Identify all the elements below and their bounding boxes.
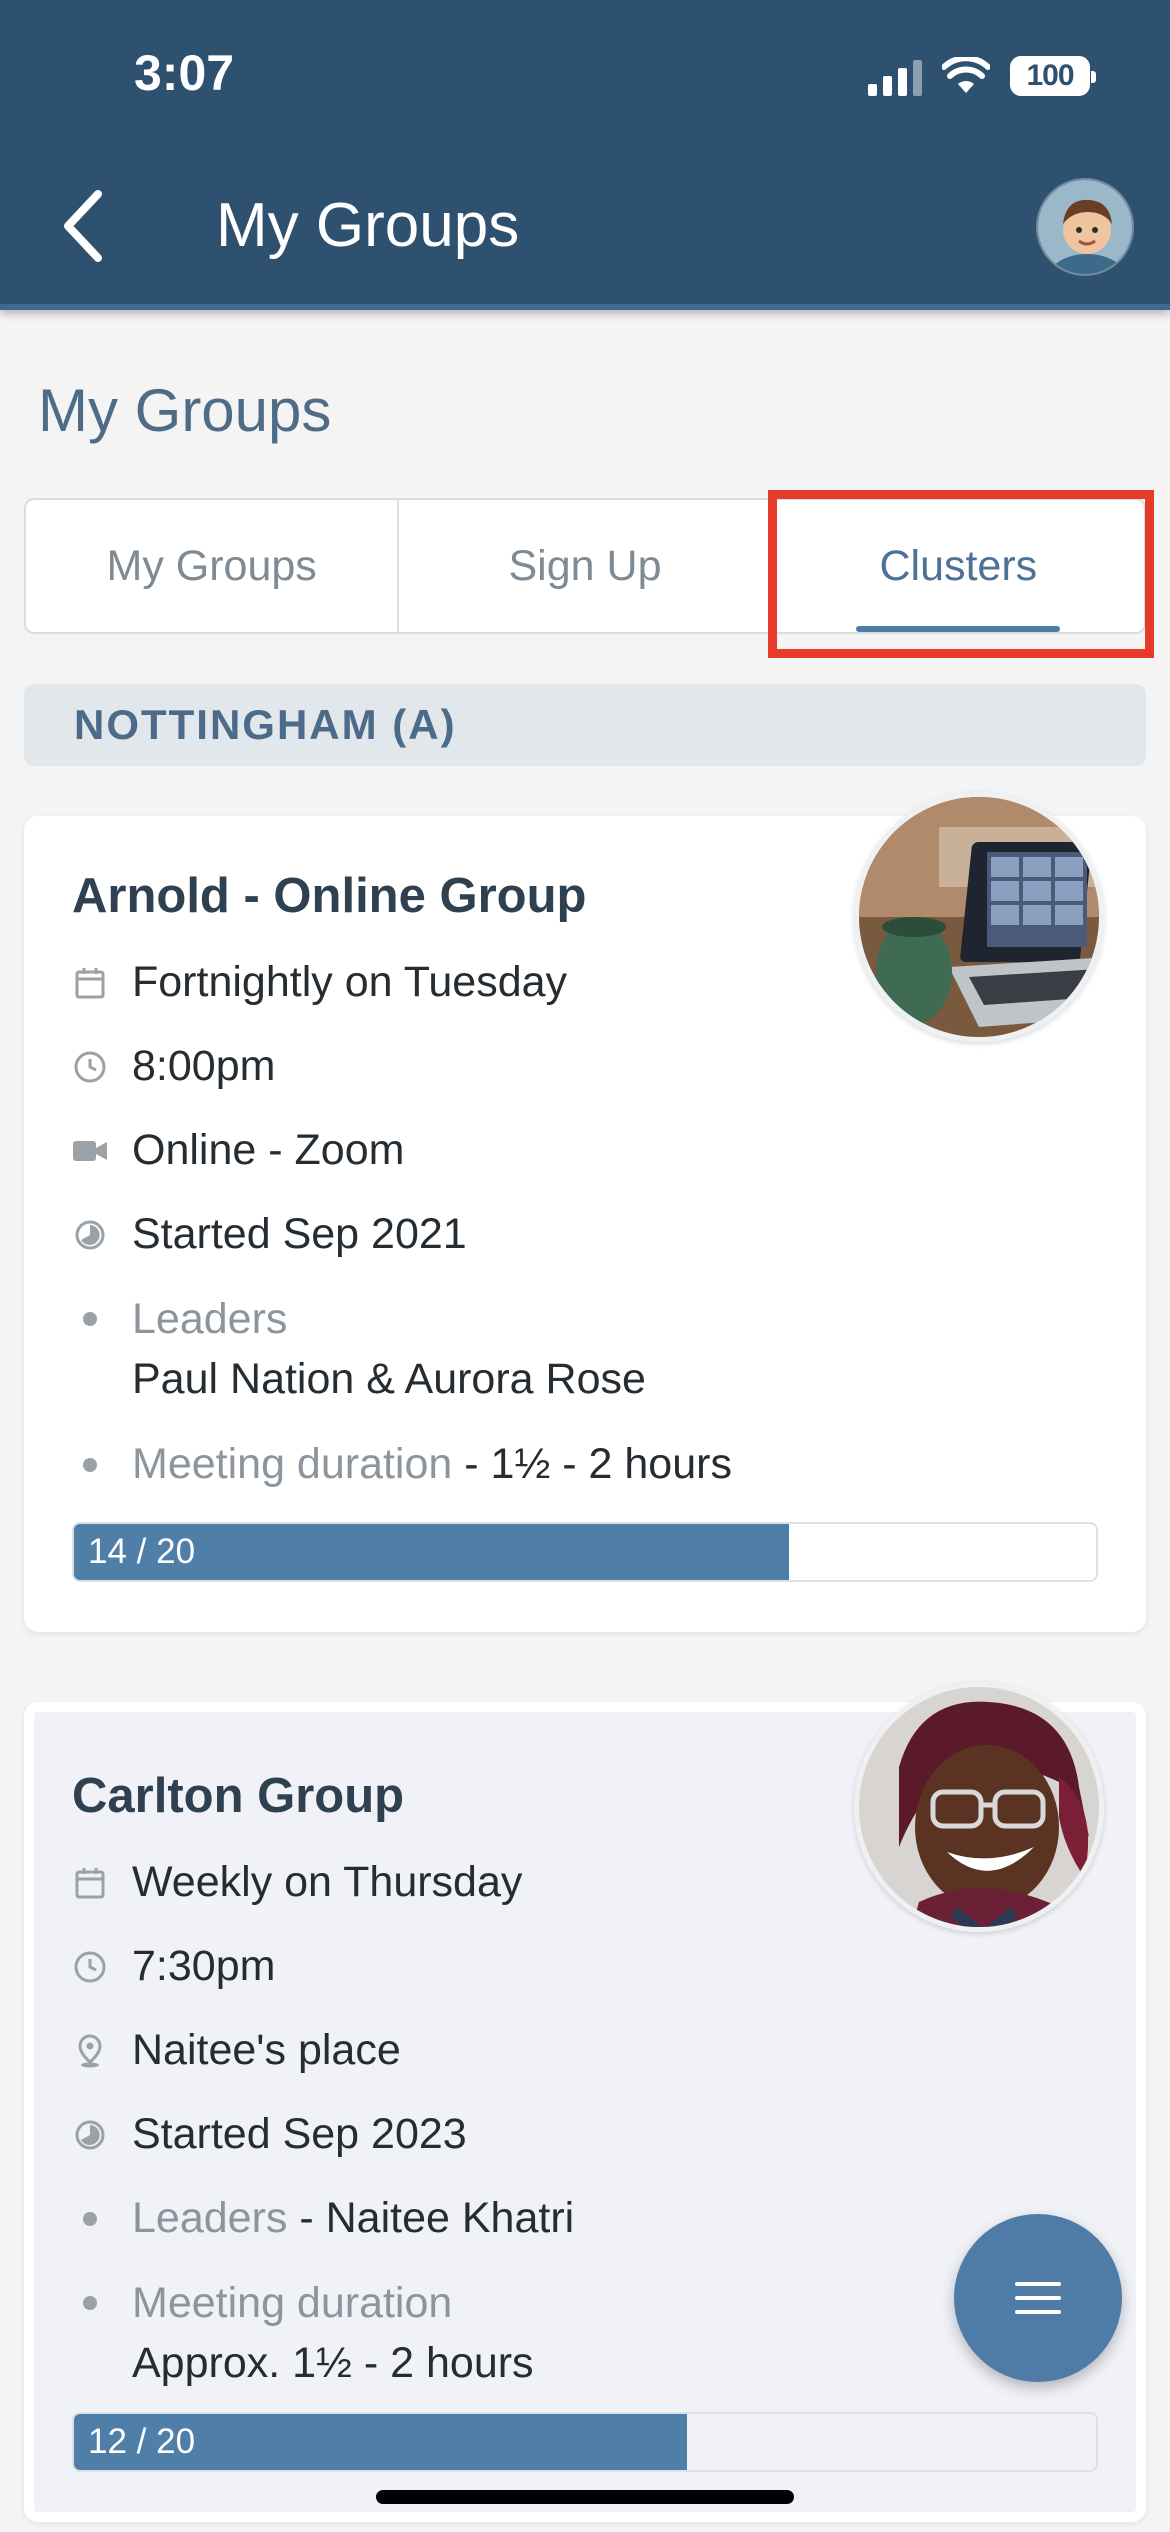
video-icon [72,1126,108,1176]
group-title: Carlton Group [72,1769,405,1823]
started-text: Started Sep 2021 [132,1210,467,1258]
group-photo-leader [854,1682,1104,1932]
user-avatar[interactable] [1036,178,1134,276]
leaders-names: - Naitee Khatri [287,2194,575,2242]
duration-label: Meeting duration [132,2279,453,2327]
time-text: 8:00pm [132,1042,276,1090]
duration-value: Approx. 1½ - 2 hours [132,2339,534,2387]
time-row: 8:00pm [72,1042,275,1092]
header-title: My Groups [216,191,520,260]
leaders-names: Paul Nation & Aurora Rose [132,1355,646,1403]
pie-icon [72,2110,108,2160]
status-icons: 100 [868,52,1096,100]
schedule-text: Fortnightly on Tuesday [132,958,568,1006]
leaders-label: Leaders [132,2194,288,2242]
location-text: Naitee's place [132,2026,401,2074]
menu-icon [1015,2282,1061,2314]
started-row: Started Sep 2021 [72,1210,467,1260]
group-title: Arnold - Online Group [72,869,587,923]
signal-icon [868,56,922,96]
clock-icon [72,1042,108,1092]
location-pin-icon [72,2026,108,2076]
bullet-icon [72,2278,108,2328]
capacity-fill: 12 / 20 [74,2414,688,2470]
group-photo-laptop [854,792,1104,1042]
app-header: 3:07 100 My Groups [0,0,1170,310]
highlight-box [768,490,1154,658]
status-time: 3:07 [134,45,235,101]
battery-icon: 100 [1010,56,1096,96]
location-row: Online - Zoom [72,1126,404,1176]
pie-icon [72,1210,108,1260]
time-text: 7:30pm [132,1942,276,1990]
leaders-row: Leaders Paul Nation & Aurora Rose [72,1294,646,1409]
tab-my-groups[interactable]: My Groups [26,500,397,632]
clock-icon [72,1942,108,1992]
section-header: NOTTINGHAM (A) [24,684,1146,766]
location-row: Naitee's place [72,2026,401,2076]
calendar-icon [72,1858,108,1908]
leaders-label: Leaders [132,1295,288,1343]
capacity-bar: 12 / 20 [72,2412,1098,2472]
duration-row: Meeting duration Approx. 1½ - 2 hours [72,2278,534,2393]
started-row: Started Sep 2023 [72,2110,467,2160]
home-indicator [376,2490,794,2504]
schedule-text: Weekly on Thursday [132,1858,523,1906]
duration-row: Meeting duration - 1½ - 2 hours [72,1440,732,1490]
tab-sign-up[interactable]: Sign Up [397,500,770,632]
capacity-text: 12 / 20 [88,2422,196,2461]
bullet-icon [72,2194,108,2244]
group-card-arnold[interactable]: Arnold - Online Group Fortnightly on Tue… [24,792,1146,1632]
schedule-row: Fortnightly on Tuesday [72,958,567,1008]
schedule-row: Weekly on Thursday [72,1858,522,1908]
page-title: My Groups [38,377,332,444]
group-card-carlton[interactable]: Carlton Group Weekly on Thursday 7:30pm … [24,1682,1146,2522]
started-text: Started Sep 2023 [132,2110,467,2158]
calendar-icon [72,958,108,1008]
back-chevron-icon[interactable] [56,186,116,266]
capacity-text: 14 / 20 [88,1532,196,1571]
menu-fab-button[interactable] [954,2214,1122,2382]
time-row: 7:30pm [72,1942,275,1992]
duration-value: - 1½ - 2 hours [452,1440,732,1488]
location-text: Online - Zoom [132,1126,405,1174]
bullet-icon [72,1294,108,1344]
leaders-row: Leaders - Naitee Khatri [72,2194,574,2244]
bullet-icon [72,1440,108,1490]
capacity-fill: 14 / 20 [74,1524,790,1580]
wifi-icon [942,57,990,93]
battery-level: 100 [1026,59,1074,92]
capacity-bar: 14 / 20 [72,1522,1098,1582]
duration-label: Meeting duration [132,1440,453,1488]
